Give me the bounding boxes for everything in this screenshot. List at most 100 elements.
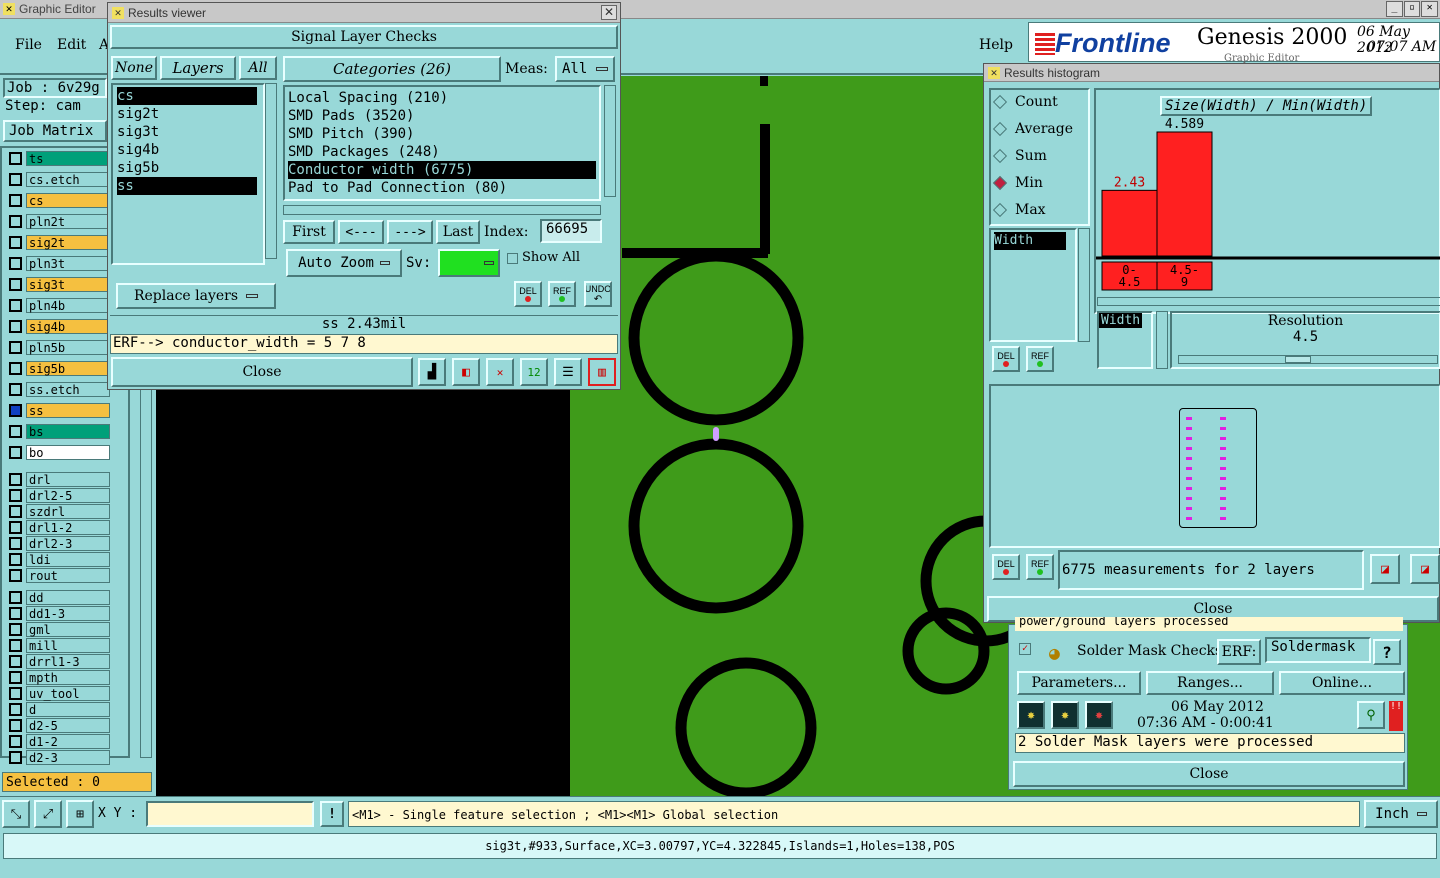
radio-icon[interactable] <box>992 202 1008 218</box>
layer-checkbox[interactable] <box>9 382 22 396</box>
layer-row-d2-5[interactable]: d2-5 <box>6 717 110 733</box>
preview-ref-button[interactable]: REF <box>1026 554 1054 580</box>
report-icon[interactable]: ☰ <box>554 358 582 386</box>
meas-dropdown[interactable]: All <box>555 56 615 82</box>
maximize-icon[interactable]: ▫ <box>1403 1 1421 17</box>
list-item[interactable]: sig5b <box>117 159 259 177</box>
layer-checkbox[interactable] <box>9 319 22 333</box>
layer-checkbox[interactable] <box>9 702 22 716</box>
layer-checkbox[interactable] <box>9 520 22 534</box>
layer-checkbox[interactable] <box>9 686 22 700</box>
layer-checkbox[interactable] <box>9 424 22 438</box>
layer-checkbox[interactable] <box>9 590 22 604</box>
list-item[interactable]: sig4b <box>117 141 259 159</box>
layer-row-mpth[interactable]: mpth <box>6 669 110 685</box>
solder-checkbox[interactable]: ✓ <box>1019 643 1031 655</box>
export-icon[interactable]: ◧ <box>452 358 480 386</box>
close-icon[interactable]: ✕ <box>601 5 617 20</box>
zoom-fit-icon[interactable]: ◪ <box>1370 554 1400 584</box>
layer-row-d[interactable]: d <box>6 701 110 717</box>
list-item[interactable]: sig2t <box>117 105 259 123</box>
last-button[interactable]: Last <box>436 220 480 244</box>
layer-checkbox[interactable] <box>9 172 22 186</box>
layer-checkbox[interactable] <box>9 504 22 518</box>
hist-hscrollbar[interactable] <box>1097 297 1440 306</box>
hist-ref-button[interactable]: REF <box>1026 346 1054 372</box>
layer-row-bo[interactable]: bo <box>6 444 110 460</box>
auto-zoom-dropdown[interactable]: Auto Zoom <box>286 249 402 277</box>
layers-tab[interactable]: Layers <box>160 56 236 80</box>
layer-checkbox[interactable] <box>9 536 22 550</box>
sv-color-dropdown[interactable] <box>438 249 500 277</box>
layer-row-bs[interactable]: bs <box>6 423 110 439</box>
window-controls[interactable]: _ ▫ ✕ <box>1386 1 1439 17</box>
layer-checkbox[interactable] <box>9 718 22 732</box>
zoom-icon[interactable]: ⚲ <box>1357 701 1385 729</box>
layer-row-ldi[interactable]: ldi <box>6 551 110 567</box>
layer-row-ss[interactable]: ss <box>6 402 110 418</box>
layer-checkbox[interactable] <box>9 654 22 668</box>
layer-row-pln2t[interactable]: pln2t <box>6 213 110 229</box>
list-item[interactable]: Local Spacing (210) <box>288 89 596 107</box>
none-button[interactable]: None <box>111 56 157 80</box>
list-item[interactable]: cs <box>117 87 257 105</box>
del-button[interactable]: DEL <box>514 281 542 307</box>
layer-checkbox[interactable] <box>9 638 22 652</box>
zoom-in-icon[interactable]: ⤡ <box>2 800 30 828</box>
all-button[interactable]: All <box>239 56 277 80</box>
list-item[interactable]: ss <box>117 177 257 195</box>
layer-row-sig4b[interactable]: sig4b <box>6 318 110 334</box>
layer-row-drl2-3[interactable]: drl2-3 <box>6 535 110 551</box>
option-min[interactable]: Min <box>992 175 1043 191</box>
layer-row-mill[interactable]: mill <box>6 637 110 653</box>
layer-row-gml[interactable]: gml <box>6 621 110 637</box>
xy-input[interactable] <box>146 801 314 827</box>
radio-icon[interactable] <box>992 175 1008 191</box>
width-scrollbar[interactable] <box>1156 311 1168 369</box>
layer-row-sig5b[interactable]: sig5b <box>6 360 110 376</box>
next-button[interactable]: ---> <box>387 220 433 244</box>
layer-checkbox[interactable] <box>9 256 22 270</box>
counter-icon[interactable]: 12 <box>520 358 548 386</box>
layer-row-d1-2[interactable]: d1-2 <box>6 733 110 749</box>
layer-row-rout[interactable]: rout <box>6 567 110 583</box>
list-item[interactable]: SMD Packages (248) <box>288 143 596 161</box>
list-item[interactable]: Pad to Pad Connection (80) <box>288 179 596 197</box>
layer-row-uv_tool[interactable]: uv_tool <box>6 685 110 701</box>
alert-button-icon[interactable]: ! <box>320 801 344 827</box>
stop-icon[interactable]: ✸ <box>1085 701 1113 729</box>
layer-checkbox[interactable] <box>9 193 22 207</box>
category-list[interactable]: Local Spacing (210) SMD Pads (3520) SMD … <box>283 85 601 201</box>
alert-icon[interactable]: !! <box>1389 701 1403 731</box>
run-partial-icon[interactable]: ✸ <box>1051 701 1079 729</box>
option-sum[interactable]: Sum <box>992 148 1047 164</box>
layer-row-drl1-2[interactable]: drl1-2 <box>6 519 110 535</box>
first-button[interactable]: First <box>283 220 335 244</box>
close-icon[interactable]: ✕ <box>1421 1 1439 17</box>
measure-list[interactable]: Width <box>989 228 1077 342</box>
layer-row-dd1-3[interactable]: dd1-3 <box>6 605 110 621</box>
layer-row-pln5b[interactable]: pln5b <box>6 339 110 355</box>
units-dropdown[interactable]: Inch <box>1364 800 1438 828</box>
ref-button[interactable]: REF <box>548 281 576 307</box>
radio-icon[interactable] <box>992 94 1008 110</box>
layer-row-pln4b[interactable]: pln4b <box>6 297 110 313</box>
job-matrix-button[interactable]: Job Matrix <box>3 120 107 142</box>
layer-row-szdrl[interactable]: szdrl <box>6 503 110 519</box>
zoom-area-icon[interactable]: ◪ <box>1410 554 1440 584</box>
category-hscrollbar[interactable] <box>283 205 601 215</box>
layer-checkbox[interactable] <box>9 622 22 636</box>
layer-checkbox[interactable] <box>9 214 22 228</box>
erf-button[interactable]: ERF: <box>1217 639 1261 665</box>
solder-close-button[interactable]: Close <box>1013 761 1405 787</box>
layer-row-d2-3[interactable]: d2-3 <box>6 749 110 765</box>
layer-checkbox[interactable] <box>9 734 22 748</box>
results-close-button[interactable]: Close <box>111 357 413 387</box>
option-count[interactable]: Count <box>992 94 1058 110</box>
undo-button[interactable]: UNDO ↶ <box>584 281 612 307</box>
ref-off-icon[interactable]: ✕ <box>486 358 514 386</box>
histogram-bar[interactable] <box>1101 189 1158 257</box>
layer-row-ts[interactable]: ts <box>6 150 110 166</box>
layer-checkbox[interactable] <box>9 568 22 582</box>
online-button[interactable]: Online... <box>1279 671 1405 695</box>
